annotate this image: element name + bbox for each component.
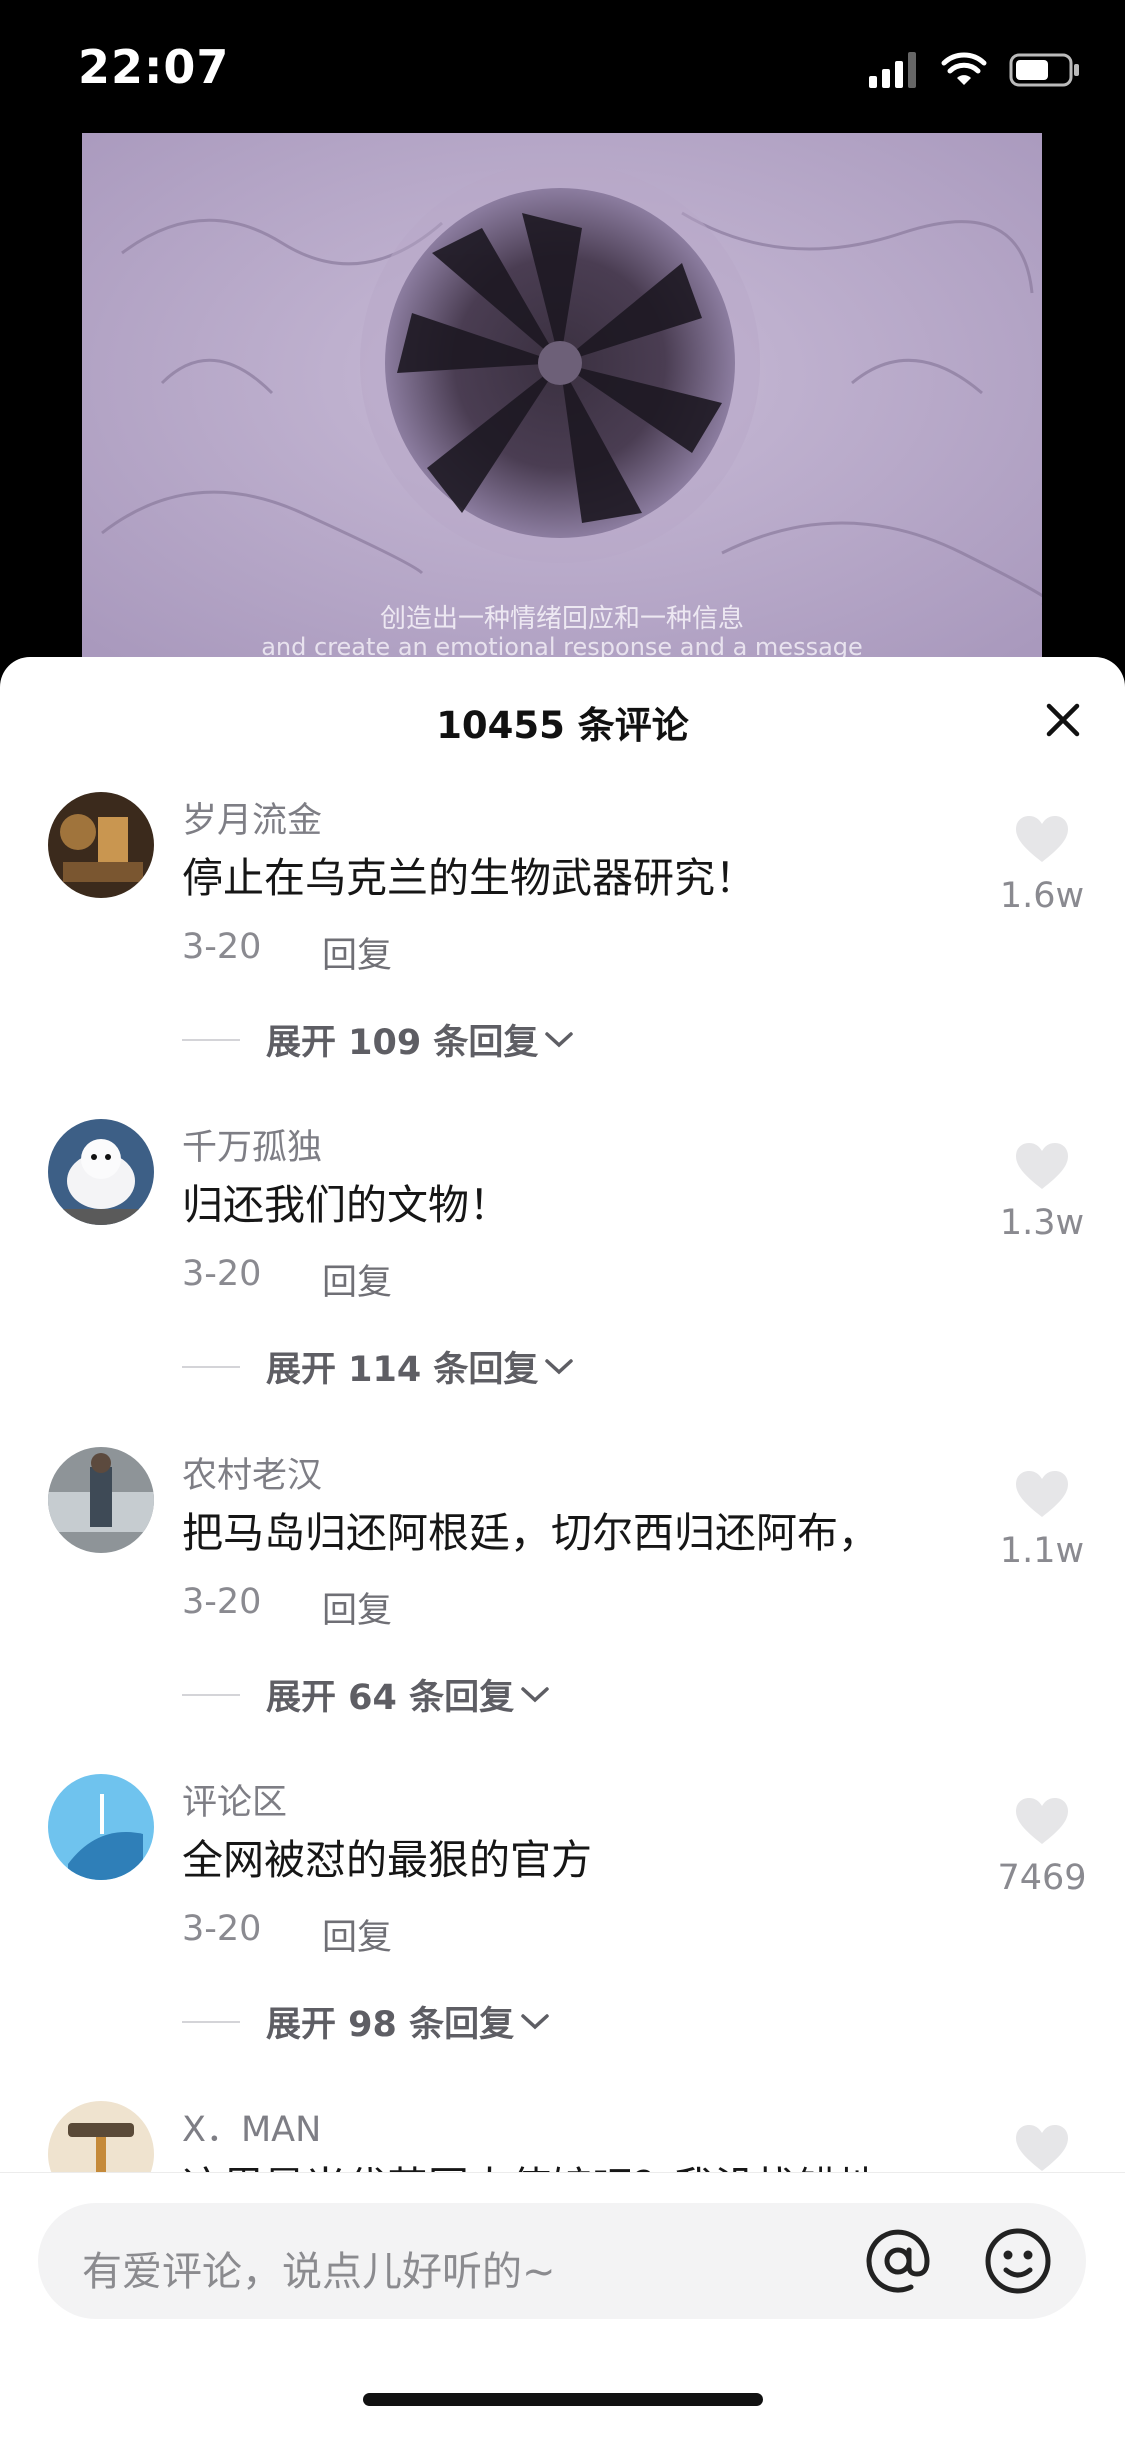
comment-date: 3-20	[182, 927, 262, 967]
divider	[182, 1693, 240, 1696]
battery-icon	[1009, 53, 1079, 87]
comment-sheet: 10455 条评论 岁月流金 停止在乌克兰的生物武器研究！ 3-20 回复 展开…	[0, 657, 1125, 2436]
comment-text: 全网被怼的最狠的官方	[182, 1836, 592, 1884]
chevron-down-icon	[521, 2013, 549, 2029]
comment-text: 把马岛归还阿根廷，切尔西归还阿布，	[182, 1509, 879, 1557]
like-count: 7469	[997, 1858, 1087, 1898]
heart-icon	[1016, 1798, 1068, 1844]
status-bar: 22:07	[0, 0, 1125, 130]
chevron-down-icon	[545, 1031, 574, 1047]
status-icons	[869, 48, 1081, 92]
video-player[interactable]: 创造出一种情绪回应和一种信息 and create an emotional r…	[82, 133, 1042, 673]
comment-count-title: 10455 条评论	[436, 704, 689, 747]
close-icon	[1046, 703, 1080, 737]
like-count: 1.1w	[999, 1531, 1085, 1571]
like-button[interactable]: 7469	[987, 1796, 1097, 1898]
heart-icon	[1016, 816, 1068, 862]
reply-button[interactable]: 回复	[322, 1254, 392, 1305]
comment-username[interactable]: X．MAN	[182, 2101, 321, 2152]
status-time: 22:07	[78, 40, 230, 94]
expand-replies-label: 展开 98 条回复	[266, 2005, 515, 2045]
emoji-icon	[985, 2228, 1051, 2294]
comment-date: 3-20	[182, 1582, 262, 1622]
avatar[interactable]	[48, 1774, 154, 1880]
expand-replies-button[interactable]: 展开 109 条回复	[182, 1014, 576, 1065]
video-frame-image	[82, 133, 1042, 673]
like-button[interactable]	[987, 2123, 1097, 2177]
heart-icon	[1016, 1471, 1068, 1517]
like-button[interactable]: 1.1w	[987, 1469, 1097, 1571]
comment-date: 3-20	[182, 1254, 262, 1294]
chevron-down-icon	[521, 1686, 549, 1702]
reply-button[interactable]: 回复	[322, 1909, 392, 1960]
at-icon	[866, 2229, 930, 2293]
like-count: 1.6w	[999, 876, 1085, 916]
comment-username[interactable]: 岁月流金	[182, 792, 322, 843]
comment-username[interactable]: 农村老汉	[182, 1447, 322, 1498]
like-count: 1.3w	[999, 1203, 1085, 1243]
signal-icon	[869, 52, 916, 88]
mention-button[interactable]	[860, 2223, 936, 2299]
emoji-button[interactable]	[982, 2225, 1054, 2297]
heart-icon	[1016, 1143, 1068, 1189]
divider	[182, 2020, 240, 2023]
divider	[182, 1038, 240, 1041]
expand-replies-label: 展开 114 条回复	[266, 1350, 539, 1390]
reply-button[interactable]: 回复	[322, 1582, 392, 1633]
avatar[interactable]	[48, 1447, 154, 1553]
avatar[interactable]	[48, 792, 154, 898]
comment-text: 停止在乌克兰的生物武器研究！	[182, 854, 756, 902]
comment-item: 评论区 全网被怼的最狠的官方 3-20 回复 展开 98 条回复 7469	[0, 1774, 1125, 2102]
video-subtitle-chinese: 创造出一种情绪回应和一种信息	[379, 604, 744, 634]
wifi-icon	[941, 52, 987, 85]
avatar[interactable]	[48, 1119, 154, 1225]
chevron-down-icon	[545, 1358, 574, 1374]
comment-item: 农村老汉 把马岛归还阿根廷，切尔西归还阿布， 3-20 回复 展开 64 条回复…	[0, 1447, 1125, 1775]
comment-text: 归还我们的文物！	[182, 1181, 510, 1229]
expand-replies-button[interactable]: 展开 64 条回复	[182, 1669, 552, 1720]
comment-input[interactable]: 有爱评论，说点儿好听的~	[38, 2203, 1086, 2319]
comment-date: 3-20	[182, 1909, 262, 1949]
comment-input-placeholder: 有爱评论，说点儿好听的~	[82, 2249, 556, 2295]
expand-replies-label: 展开 64 条回复	[266, 1678, 515, 1718]
expand-replies-label: 展开 109 条回复	[266, 1023, 539, 1063]
comment-username[interactable]: 评论区	[182, 1774, 287, 1825]
close-button[interactable]	[1035, 692, 1091, 748]
home-indicator[interactable]	[363, 2393, 763, 2406]
expand-replies-button[interactable]: 展开 114 条回复	[182, 1341, 576, 1392]
comment-item: 千万孤独 归还我们的文物！ 3-20 回复 展开 114 条回复 1.3w	[0, 1119, 1125, 1447]
divider	[182, 1365, 240, 1368]
like-button[interactable]: 1.3w	[987, 1141, 1097, 1243]
like-button[interactable]: 1.6w	[987, 814, 1097, 916]
heart-icon	[1016, 2125, 1068, 2171]
comment-username[interactable]: 千万孤独	[182, 1119, 322, 1170]
expand-replies-button[interactable]: 展开 98 条回复	[182, 1996, 552, 2047]
reply-button[interactable]: 回复	[322, 927, 392, 978]
comment-item: 岁月流金 停止在乌克兰的生物武器研究！ 3-20 回复 展开 109 条回复 1…	[0, 792, 1125, 1120]
